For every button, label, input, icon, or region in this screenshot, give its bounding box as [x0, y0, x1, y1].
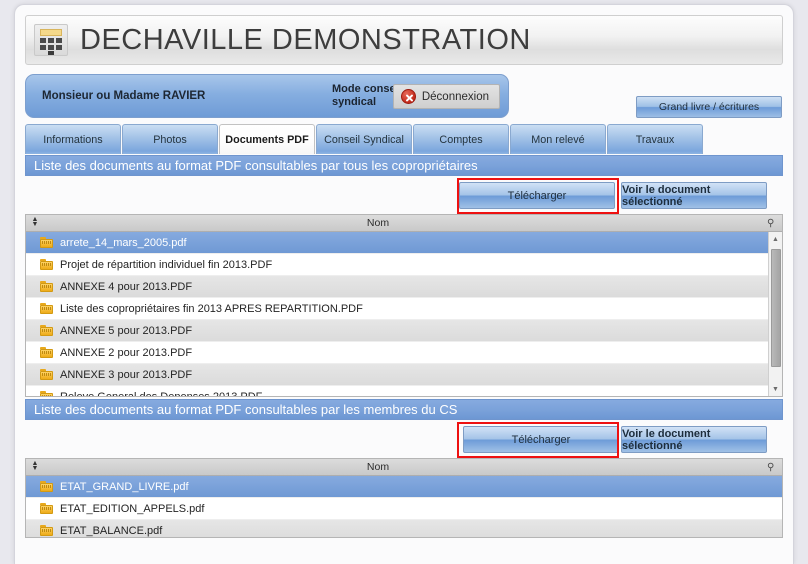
sort-updown-icon[interactable]: ▲ ▼: [30, 216, 40, 230]
document-name: ANNEXE 5 pour 2013.PDF: [60, 324, 193, 337]
tab-documents-pdf[interactable]: Documents PDF: [219, 124, 315, 154]
folder-icon: [40, 303, 53, 314]
document-name: ETAT_BALANCE.pdf: [60, 524, 163, 537]
section-header-all-coowners: Liste des documents au format PDF consul…: [25, 155, 783, 176]
section-header-cs-members: Liste des documents au format PDF consul…: [25, 399, 783, 420]
page-title: DECHAVILLE DEMONSTRATION: [80, 23, 531, 56]
toolbar-section-1: Télécharger Voir le document sélectionné: [25, 176, 783, 214]
grid-body-section-2: ETAT_GRAND_LIVRE.pdf ETAT_EDITION_APPELS…: [26, 476, 782, 537]
document-name: Liste des copropriétaires fin 2013 APRES…: [60, 302, 363, 315]
scroll-down-arrow-icon[interactable]: ▼: [769, 382, 782, 396]
red-x-circle-icon: [400, 89, 416, 104]
grand-livre-button[interactable]: Grand livre / écritures: [636, 96, 782, 118]
tab-travaux[interactable]: Travaux: [607, 124, 703, 154]
table-row[interactable]: ANNEXE 3 pour 2013.PDF: [26, 364, 782, 386]
document-name: ETAT_GRAND_LIVRE.pdf: [60, 480, 189, 493]
table-row[interactable]: Releve General des Depenses 2013.PDF: [26, 386, 782, 396]
table-row[interactable]: ETAT_EDITION_APPELS.pdf: [26, 498, 782, 520]
mode-label: Mode conseil syndical: [332, 83, 402, 108]
table-row[interactable]: Liste des copropriétaires fin 2013 APRES…: [26, 298, 782, 320]
magnifier-icon[interactable]: ⚲: [767, 462, 778, 473]
document-grid-section-1: ▲ ▼ Nom ⚲ arrete_14_mars_2005.pdf Projet …: [25, 214, 783, 397]
application-window: DECHAVILLE DEMONSTRATION Monsieur ou Mad…: [14, 4, 794, 564]
table-row[interactable]: arrete_14_mars_2005.pdf: [26, 232, 782, 254]
folder-icon: [40, 369, 53, 380]
folder-icon: [40, 525, 53, 536]
document-name: ANNEXE 4 pour 2013.PDF: [60, 280, 193, 293]
user-info-bar: Monsieur ou Madame RAVIER Mode conseil s…: [25, 74, 509, 118]
table-row[interactable]: Projet de répartition individuel fin 201…: [26, 254, 782, 276]
document-name: ANNEXE 2 pour 2013.PDF: [60, 346, 193, 359]
download-button-section-1[interactable]: Télécharger: [459, 182, 615, 209]
tab-bar: Informations Photos Documents PDF Consei…: [25, 124, 703, 154]
app-title-bar: DECHAVILLE DEMONSTRATION: [25, 15, 783, 65]
document-name: arrete_14_mars_2005.pdf: [60, 236, 187, 249]
sort-updown-icon[interactable]: ▲ ▼: [30, 460, 40, 474]
document-name: Releve General des Depenses 2013.PDF: [60, 391, 262, 397]
scrollbar-thumb[interactable]: [771, 249, 781, 367]
logout-button[interactable]: Déconnexion: [392, 84, 500, 109]
column-header-nom[interactable]: Nom: [26, 461, 782, 473]
table-row[interactable]: ETAT_BALANCE.pdf: [26, 520, 782, 537]
table-row[interactable]: ETAT_GRAND_LIVRE.pdf: [26, 476, 782, 498]
document-grid-section-2: ▲ ▼ Nom ⚲ ETAT_GRAND_LIVRE.pdf ETAT_EDITI…: [25, 458, 783, 538]
column-header-nom[interactable]: Nom: [26, 217, 782, 229]
view-selected-document-button-section-2[interactable]: Voir le document sélectionné: [621, 426, 767, 453]
folder-icon: [40, 259, 53, 270]
document-name: ETAT_EDITION_APPELS.pdf: [60, 502, 205, 515]
document-name: Projet de répartition individuel fin 201…: [60, 258, 273, 271]
tab-informations[interactable]: Informations: [25, 124, 121, 154]
tab-conseil-syndical[interactable]: Conseil Syndical: [316, 124, 412, 154]
grid-header-section-1: ▲ ▼ Nom ⚲: [26, 215, 782, 232]
grid-header-section-2: ▲ ▼ Nom ⚲: [26, 459, 782, 476]
vertical-scrollbar-section-1[interactable]: ▲ ▼: [768, 232, 782, 396]
folder-icon: [40, 281, 53, 292]
view-selected-document-button-section-1[interactable]: Voir le document sélectionné: [621, 182, 767, 209]
folder-icon: [40, 347, 53, 358]
table-row[interactable]: ANNEXE 5 pour 2013.PDF: [26, 320, 782, 342]
tab-mon-releve[interactable]: Mon relevé: [510, 124, 606, 154]
tab-comptes[interactable]: Comptes: [413, 124, 509, 154]
magnifier-icon[interactable]: ⚲: [767, 218, 778, 229]
document-name: ANNEXE 3 pour 2013.PDF: [60, 368, 193, 381]
user-name-label: Monsieur ou Madame RAVIER: [42, 90, 206, 102]
tab-photos[interactable]: Photos: [122, 124, 218, 154]
table-row[interactable]: ANNEXE 2 pour 2013.PDF: [26, 342, 782, 364]
toolbar-section-2: Télécharger Voir le document sélectionné: [25, 420, 783, 458]
grid-body-section-1: arrete_14_mars_2005.pdf Projet de répart…: [26, 232, 782, 396]
scroll-up-arrow-icon[interactable]: ▲: [769, 232, 782, 246]
table-row[interactable]: ANNEXE 4 pour 2013.PDF: [26, 276, 782, 298]
download-button-section-2[interactable]: Télécharger: [463, 426, 619, 453]
folder-icon: [40, 503, 53, 514]
folder-icon: [40, 481, 53, 492]
folder-icon: [40, 391, 53, 396]
building-icon: [34, 24, 68, 56]
folder-icon: [40, 237, 53, 248]
folder-icon: [40, 325, 53, 336]
logout-button-label: Déconnexion: [421, 90, 489, 103]
